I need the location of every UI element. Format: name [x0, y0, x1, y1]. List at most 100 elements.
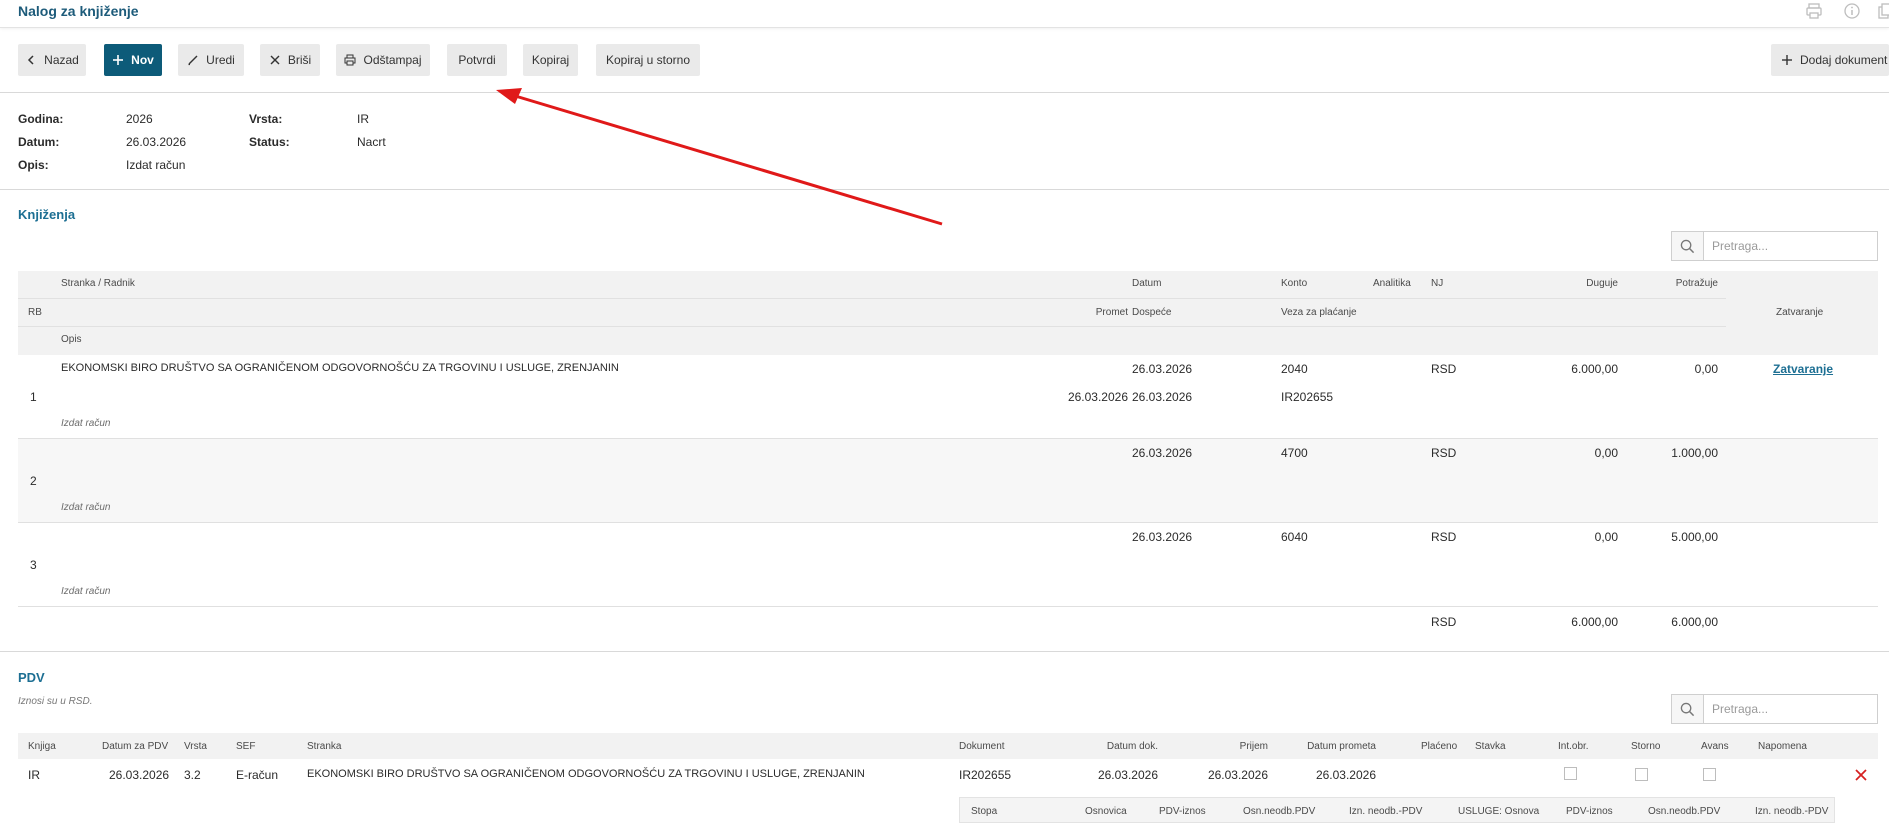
back-label: Nazad [44, 53, 79, 67]
entry-date: 26.03.2026 [1132, 446, 1193, 460]
totals-debit: 6.000,00 [1571, 615, 1618, 629]
totals-row: RSD 6.000,00 6.000,00 [18, 607, 1878, 645]
plus-icon [113, 55, 124, 65]
search-icon[interactable] [1672, 695, 1704, 723]
vat-document: IR202655 [959, 768, 1012, 782]
col-turnover: Promet [1095, 307, 1128, 318]
closing-link[interactable]: Zatvaranje [1773, 362, 1833, 376]
print-label: Odštampaj [363, 53, 422, 67]
table-row[interactable]: 3 26.03.2026 6040 RSD 0,00 5.000,00 Izda… [18, 523, 1878, 607]
entry-date: 26.03.2026 [1132, 362, 1193, 376]
col-advance: Avans [1701, 741, 1729, 752]
description-label: Opis: [18, 158, 49, 172]
copy-icon[interactable] [1876, 2, 1889, 20]
vat-type: 3.2 [184, 768, 201, 782]
vat-book: IR [28, 768, 40, 782]
vat-party: EKONOMSKI BIRO DRUŠTVO SA OGRANIČENOM OD… [307, 768, 865, 780]
col-account: Konto [1281, 278, 1308, 289]
row-description: Izdat račun [61, 418, 111, 429]
entries-table-header: RB Stranka / Radnik Opis Promet Datum Do… [18, 271, 1878, 355]
debit: 6.000,00 [1571, 362, 1618, 376]
debit: 0,00 [1594, 446, 1618, 460]
entries-search-input[interactable] [1704, 232, 1877, 260]
sub-col: Osn.neodb.PDV [1648, 806, 1721, 817]
col-turnover-date: Datum prometa [1307, 741, 1376, 752]
date-value: 26.03.2026 [126, 135, 187, 149]
type-value: IR [357, 112, 369, 126]
row-description: Izdat račun [61, 502, 111, 513]
col-analytics: Analitika [1373, 278, 1411, 289]
entry-date: 26.03.2026 [1132, 530, 1193, 544]
due-date: 26.03.2026 [1132, 390, 1193, 404]
new-button[interactable]: Nov [104, 44, 162, 76]
col-note: Napomena [1758, 741, 1807, 752]
sub-col: Stopa [971, 806, 998, 817]
table-row[interactable]: EKONOMSKI BIRO DRUŠTVO SA OGRANIČENOM OD… [18, 355, 1878, 439]
storno-checkbox[interactable] [1635, 768, 1648, 781]
currency: RSD [1431, 362, 1457, 376]
print-button[interactable]: Odštampaj [336, 44, 430, 76]
sub-col: USLUGE: Osnova [1458, 806, 1540, 817]
col-description: Opis [61, 334, 82, 345]
back-button[interactable]: Nazad [18, 44, 86, 76]
print-icon[interactable] [1805, 2, 1823, 20]
account: 2040 [1281, 362, 1308, 376]
col-party: Stranka / Radnik [61, 278, 135, 289]
col-vat-date: Datum za PDV [102, 741, 169, 752]
party-name: EKONOMSKI BIRO DRUŠTVO SA OGRANIČENOM OD… [61, 362, 619, 374]
col-payment-ref: Veza za plaćanje [1281, 307, 1357, 318]
col-doc-date: Datum dok. [1106, 741, 1158, 752]
edit-label: Uredi [206, 53, 235, 67]
copy-storno-label: Kopiraj u storno [605, 53, 691, 67]
col-book: Knjiga [28, 741, 56, 752]
copy-label: Kopiraj [531, 53, 570, 67]
sub-col: Osnovica [1085, 806, 1127, 817]
copy-button[interactable]: Kopiraj [523, 44, 578, 76]
vat-table-row[interactable]: IR 26.03.2026 3.2 E-račun EKONOMSKI BIRO… [18, 759, 1878, 793]
plus-icon [1782, 55, 1792, 65]
confirm-button[interactable]: Potvrdi [447, 44, 507, 76]
credit: 1.000,00 [1671, 446, 1718, 460]
sub-col: PDV-iznos [1566, 806, 1613, 817]
copy-storno-button[interactable]: Kopiraj u storno [596, 44, 700, 76]
status-label: Status: [249, 135, 290, 149]
account: 6040 [1281, 530, 1308, 544]
currency: RSD [1431, 530, 1457, 544]
col-receipt: Prijem [1239, 741, 1268, 752]
divider [0, 189, 1889, 190]
toolbar: Nazad Nov Uredi Briši Odštampaj Potvrdi … [0, 44, 1889, 80]
new-label: Nov [131, 53, 154, 67]
delete-button[interactable]: Briši [260, 44, 320, 76]
vat-sub-header: Stopa Osnovica PDV-iznos Osn.neodb.PDV I… [959, 797, 1835, 823]
info-icon[interactable] [1843, 2, 1861, 20]
row-number: 1 [30, 390, 37, 404]
type-label: Vrsta: [249, 112, 283, 126]
delete-row-icon[interactable] [1854, 768, 1868, 785]
col-document: Dokument [959, 741, 1005, 752]
row-number: 3 [30, 558, 37, 572]
description-value: Izdat račun [126, 158, 186, 172]
col-sef: SEF [236, 741, 256, 752]
col-rb: RB [28, 307, 42, 318]
col-item: Stavka [1475, 741, 1506, 752]
int-obr-checkbox[interactable] [1564, 767, 1577, 780]
vat-search-input[interactable] [1704, 695, 1877, 723]
table-row[interactable]: 2 26.03.2026 4700 RSD 0,00 1.000,00 Izda… [18, 439, 1878, 523]
advance-checkbox[interactable] [1703, 768, 1716, 781]
chevron-left-icon [28, 55, 34, 65]
sub-col: Izn. neodb.-PDV [1755, 806, 1829, 817]
divider [0, 651, 1889, 652]
credit: 5.000,00 [1671, 530, 1718, 544]
col-party: Stranka [307, 741, 342, 752]
pencil-icon [188, 55, 198, 66]
year-value: 2026 [126, 112, 153, 126]
search-icon[interactable] [1672, 232, 1704, 260]
add-document-button[interactable]: Dodaj dokument [1771, 44, 1889, 76]
vat-note: Iznosi su u RSD. [18, 696, 93, 707]
col-date: Datum [1132, 278, 1162, 289]
delete-label: Briši [287, 53, 312, 67]
row-number: 2 [30, 474, 37, 488]
vat-table-header: Knjiga Datum za PDV Vrsta SEF Stranka Do… [18, 733, 1878, 759]
col-debit: Duguje [1586, 278, 1618, 289]
edit-button[interactable]: Uredi [178, 44, 244, 76]
